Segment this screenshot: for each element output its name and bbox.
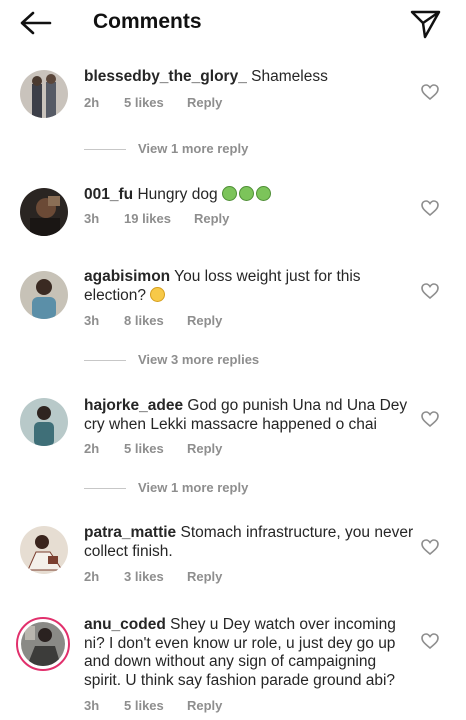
divider [84, 149, 126, 150]
comment-username[interactable]: agabisimon [84, 268, 170, 285]
reply-button[interactable]: Reply [187, 569, 222, 584]
comment-time: 2h [84, 441, 100, 456]
comment-text: anu_coded Shey u Dey watch over incoming… [84, 616, 414, 690]
comment-username[interactable]: 001_fu [84, 186, 133, 203]
view-more-replies[interactable]: View 3 more replies [84, 351, 384, 371]
comment-likes[interactable]: 3 likes [124, 569, 164, 584]
heart-icon [421, 539, 439, 556]
comment-text: 001_fu Hungry dog [84, 186, 414, 205]
comment-likes[interactable]: 5 likes [124, 698, 164, 713]
avatar[interactable] [20, 271, 68, 319]
view-more-replies[interactable]: View 1 more reply [84, 479, 384, 499]
tears-of-joy-emoji [150, 286, 167, 304]
avatar-image [21, 622, 65, 666]
heart-icon [421, 411, 439, 428]
like-button[interactable] [420, 281, 440, 301]
comment-likes[interactable]: 5 likes [124, 441, 164, 456]
comment-likes[interactable]: 5 likes [124, 95, 164, 110]
header-bar: Comments [0, 0, 466, 48]
comment-text: agabisimon You loss weight just for this… [84, 268, 414, 305]
view-more-label[interactable]: View 1 more reply [138, 141, 248, 156]
avatar[interactable] [20, 188, 68, 236]
paper-plane-icon [410, 10, 441, 39]
comment-time: 3h [84, 313, 100, 328]
arrow-left-icon [20, 11, 52, 35]
like-button[interactable] [420, 537, 440, 557]
heart-icon [421, 200, 439, 217]
comment-time: 3h [84, 211, 100, 226]
view-more-replies[interactable]: View 1 more reply [84, 140, 384, 160]
view-more-label[interactable]: View 1 more reply [138, 480, 248, 495]
nauseated-face-emoji [221, 186, 273, 203]
like-button[interactable] [420, 409, 440, 429]
divider [84, 488, 126, 489]
back-button[interactable] [16, 8, 56, 40]
comment-username[interactable]: patra_mattie [84, 524, 176, 541]
heart-icon [421, 633, 439, 650]
heart-icon [421, 84, 439, 101]
avatar[interactable] [20, 70, 68, 118]
comment-likes[interactable]: 8 likes [124, 313, 164, 328]
page-title: Comments [93, 10, 202, 33]
share-button[interactable] [406, 4, 446, 40]
reply-button[interactable]: Reply [187, 95, 222, 110]
view-more-label[interactable]: View 3 more replies [138, 352, 259, 367]
like-button[interactable] [420, 82, 440, 102]
comment-text: patra_mattie Stomach infrastructure, you… [84, 524, 414, 561]
reply-button[interactable]: Reply [187, 441, 222, 456]
comment-body: Shameless [251, 68, 328, 85]
comment-likes[interactable]: 19 likes [124, 211, 171, 226]
divider [84, 360, 126, 361]
comment-text: hajorke_adee God go punish Una nd Una De… [84, 397, 414, 434]
comment-username[interactable]: hajorke_adee [84, 397, 183, 414]
avatar[interactable] [20, 526, 68, 574]
like-button[interactable] [420, 631, 440, 651]
comment-body: Hungry dog [137, 186, 218, 203]
heart-icon [421, 283, 439, 300]
avatar[interactable] [20, 398, 68, 446]
comment-time: 3h [84, 698, 100, 713]
reply-button[interactable]: Reply [194, 211, 229, 226]
avatar[interactable] [16, 617, 70, 671]
comment-time: 2h [84, 569, 100, 584]
comment-time: 2h [84, 95, 100, 110]
reply-button[interactable]: Reply [187, 698, 222, 713]
comment-username[interactable]: blessedby_the_glory_ [84, 68, 247, 85]
comment-username[interactable]: anu_coded [84, 616, 166, 633]
comment-text: blessedby_the_glory_ Shameless [84, 68, 414, 87]
like-button[interactable] [420, 198, 440, 218]
reply-button[interactable]: Reply [187, 313, 222, 328]
